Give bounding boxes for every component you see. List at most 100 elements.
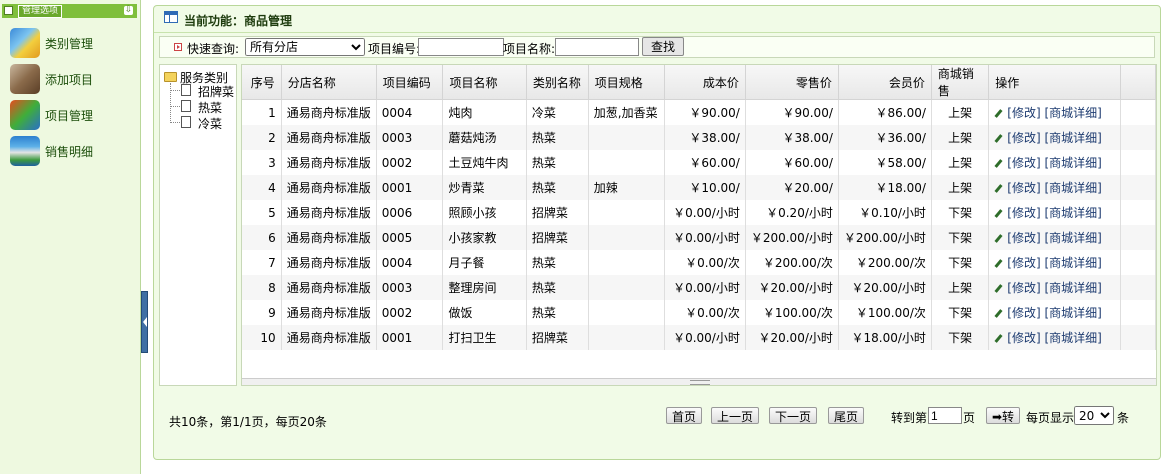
collapse-down-icon[interactable]: ⇩ [124,6,133,15]
sidebar-item-sales[interactable]: 销售明细 [10,136,138,166]
resize-grip-icon[interactable] [690,380,710,385]
col-code[interactable]: 项目编码 [376,65,444,100]
edit-icon [994,309,1003,318]
sidebar-toggle-handle[interactable] [141,291,148,353]
cell-spec [588,300,665,325]
cell-filler [1120,200,1156,225]
mall-detail-link[interactable]: [商城详细] [1044,181,1101,195]
cell-branch: 通易商舟标准版 [281,150,377,175]
table-row[interactable]: 3 通易商舟标准版 0002 土豆炖牛肉 热菜 ￥60.00/￥60.00/￥58.00/… [242,150,1156,175]
cell-cost: ￥0.00/次 [664,300,746,325]
item-name-label: 项目名称: [503,42,556,56]
cell-retail: ￥20.00/小时 [745,275,839,300]
col-branch[interactable]: 分店名称 [281,65,377,100]
item-name-input[interactable] [555,38,639,56]
col-spec[interactable]: 项目规格 [588,65,665,100]
table-row[interactable]: 8 通易商舟标准版 0003 整理房间 热菜 ￥0.00/小时 ￥20.00/小时 ￥20.0… [242,275,1156,300]
cell-cost: ￥0.00/小时 [664,225,746,250]
cell-filler [1120,225,1156,250]
mall-detail-link[interactable]: [商城详细] [1044,106,1101,120]
cell-category: 热菜 [526,250,589,275]
branch-select[interactable]: 所有分店 [245,38,365,56]
col-category[interactable]: 类别名称 [526,65,589,100]
col-name[interactable]: 项目名称 [442,65,527,100]
modify-link[interactable]: [修改] [1007,131,1040,145]
current-function-label: 当前功能： [184,14,245,28]
cell-spec [588,225,665,250]
col-mall[interactable]: 商城销售 [931,65,990,100]
mall-detail-link[interactable]: [商城详细] [1044,331,1101,345]
modify-link[interactable]: [修改] [1007,206,1040,220]
cell-category: 热菜 [526,150,589,175]
tree-node-cold[interactable]: 冷菜 [198,115,222,132]
item-code-label: 项目编号: [368,42,421,56]
modify-link[interactable]: [修改] [1007,306,1040,320]
cell-filler [1120,300,1156,325]
mall-detail-link[interactable]: [商城详细] [1044,281,1101,295]
col-index[interactable]: 序号 [242,65,282,100]
last-page-button[interactable]: 尾页 [828,407,865,424]
cell-cost: ￥0.00/次 [664,250,746,275]
mall-detail-link[interactable]: [商城详细] [1044,206,1101,220]
modify-link[interactable]: [修改] [1007,331,1040,345]
cell-category: 热菜 [526,125,589,150]
table-row[interactable]: 5 通易商舟标准版 0006 照顾小孩 招牌菜 ￥0.00/小时 ￥0.20/小时 ￥0.10… [242,200,1156,225]
modify-link[interactable]: [修改] [1007,156,1040,170]
cell-index: 9 [242,300,282,325]
next-page-button[interactable]: 下一页 [769,407,818,424]
category-icon [10,28,40,58]
table-row[interactable]: 10 通易商舟标准版 0001 打扫卫生 招牌菜 ￥0.00/小时 ￥20.00/小时 ￥18… [242,325,1156,350]
modify-link[interactable]: [修改] [1007,106,1040,120]
cell-index: 10 [242,325,282,350]
prev-page-button[interactable]: 上一页 [711,407,760,424]
folder-icon [164,72,177,82]
first-page-button[interactable]: 首页 [666,407,703,424]
table-row[interactable]: 2 通易商舟标准版 0003 蘑菇炖汤 热菜 ￥38.00/￥38.00/￥36.00/上… [242,125,1156,150]
item-code-input[interactable] [418,38,504,56]
sidebar-item-manage[interactable]: 项目管理 [10,100,138,130]
document-icon [181,100,191,112]
goto-page-input[interactable] [928,407,962,424]
cell-spec: 加辣 [588,175,665,200]
modify-link[interactable]: [修改] [1007,256,1040,270]
cell-name: 炒青菜 [442,175,527,200]
cell-actions: [修改] [商城详细] [988,275,1121,300]
cell-filler [1120,325,1156,350]
sidebar-item-category[interactable]: 类别管理 [10,28,138,58]
item-table: 序号 分店名称 项目编码 项目名称 类别名称 项目规格 成本价 零售价 会员价 … [242,65,1156,350]
modify-link[interactable]: [修改] [1007,231,1040,245]
sidebar-item-add[interactable]: 添加项目 [10,64,138,94]
cell-branch: 通易商舟标准版 [281,300,377,325]
mall-detail-link[interactable]: [商城详细] [1044,306,1101,320]
cell-name: 整理房间 [442,275,527,300]
perpage-label: 每页显示 [1026,411,1075,425]
cell-member: ￥200.00/小时 [838,225,932,250]
search-button[interactable]: 查找 [642,37,684,56]
cell-mall: 下架 [931,250,990,275]
goto-button[interactable]: ➡转 [986,407,1021,424]
sales-detail-icon [10,136,40,166]
col-actions[interactable]: 操作 [988,65,1121,100]
mall-detail-link[interactable]: [商城详细] [1044,256,1101,270]
perpage-select[interactable]: 20 [1074,406,1114,425]
tree-node-hot[interactable]: 热菜 [198,99,222,116]
modify-link[interactable]: [修改] [1007,181,1040,195]
mall-detail-link[interactable]: [商城详细] [1044,131,1101,145]
col-retail[interactable]: 零售价 [745,65,839,100]
col-cost[interactable]: 成本价 [664,65,746,100]
tree-connector [170,83,171,123]
mall-detail-link[interactable]: [商城详细] [1044,156,1101,170]
cell-actions: [修改] [商城详细] [988,99,1121,125]
mall-detail-link[interactable]: [商城详细] [1044,231,1101,245]
table-row[interactable]: 9 通易商舟标准版 0002 做饭 热菜 ￥0.00/次 ￥100.00/次 ￥100.00/… [242,300,1156,325]
cell-name: 照顾小孩 [442,200,527,225]
table-row[interactable]: 6 通易商舟标准版 0005 小孩家教 招牌菜 ￥0.00/小时 ￥200.00/小时 ￥20… [242,225,1156,250]
table-row[interactable]: 4 通易商舟标准版 0001 炒青菜 热菜 加辣 ￥10.00/￥20.00/￥18.00/… [242,175,1156,200]
cell-spec [588,275,665,300]
modify-link[interactable]: [修改] [1007,281,1040,295]
grid-resize-bar[interactable] [242,378,1156,385]
tree-node-signature[interactable]: 招牌菜 [198,83,234,100]
col-member[interactable]: 会员价 [838,65,932,100]
table-row[interactable]: 1 通易商舟标准版 0004 炖肉 冷菜 加葱,加香菜 ￥90.00/￥90.00/￥86.… [242,99,1156,125]
table-row[interactable]: 7 通易商舟标准版 0004 月子餐 热菜 ￥0.00/次 ￥200.00/次 ￥200.00… [242,250,1156,275]
